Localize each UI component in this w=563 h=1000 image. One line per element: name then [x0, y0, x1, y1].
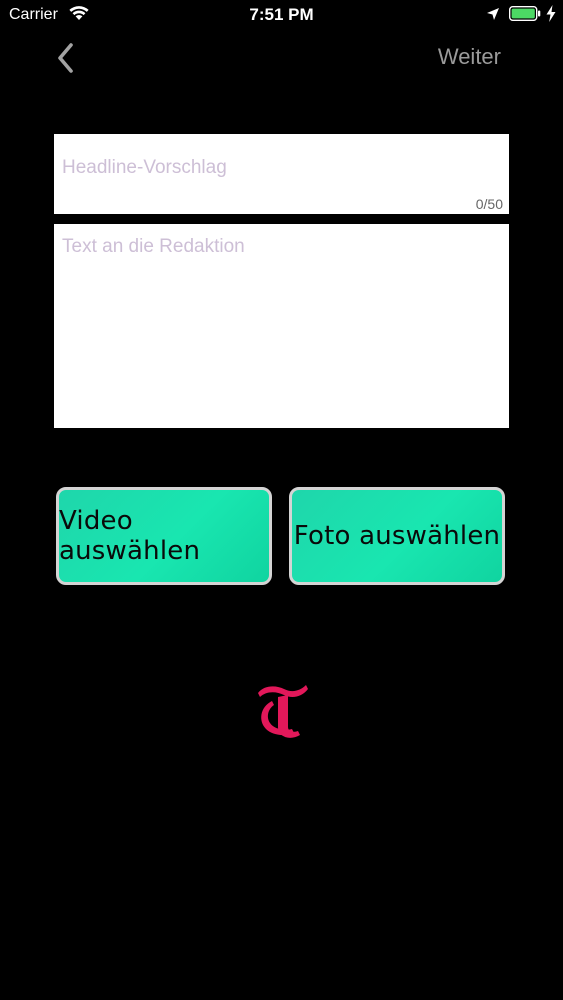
location-icon: [487, 8, 499, 20]
status-bar: Carrier 7:51 PM: [0, 0, 563, 30]
select-video-button[interactable]: Video auswählen: [56, 487, 272, 585]
next-button[interactable]: Weiter: [438, 44, 501, 70]
headline-input[interactable]: [54, 134, 509, 189]
headline-field[interactable]: 0/50: [54, 134, 509, 214]
tagesanzeiger-logo-icon: [258, 685, 308, 738]
message-field[interactable]: [54, 224, 509, 428]
select-photo-button[interactable]: Foto auswählen: [289, 487, 505, 585]
charging-icon: [546, 5, 556, 22]
battery-icon: [509, 6, 541, 21]
select-photo-label: Foto auswählen: [293, 521, 501, 551]
clock: 7:51 PM: [249, 5, 314, 24]
message-textarea[interactable]: [54, 224, 509, 428]
select-video-label: Video auswählen: [59, 506, 201, 566]
headline-char-counter: 0/50: [475, 196, 503, 212]
back-chevron-icon[interactable]: [52, 40, 80, 76]
